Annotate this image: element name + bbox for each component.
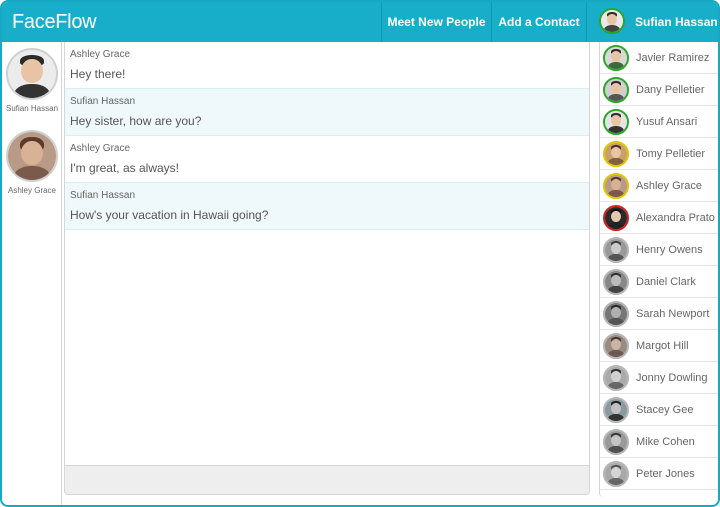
contact-avatar <box>603 301 629 327</box>
participants-column: Sufian Hassan Ashley Grace <box>2 42 62 505</box>
contact-item[interactable]: Yusuf Ansari <box>600 106 718 138</box>
chat-message: Sufian Hassan Hey sister, how are you? <box>65 89 589 136</box>
contact-avatar <box>603 77 629 103</box>
contact-avatar <box>603 397 629 423</box>
contact-item[interactable]: Sarah Newport <box>600 298 718 330</box>
contact-item[interactable]: Daniel Clark <box>600 266 718 298</box>
contact-name: Stacey Gee <box>636 404 694 416</box>
meet-new-people-button[interactable]: Meet New People <box>381 2 491 42</box>
contact-item[interactable]: Ashley Grace <box>600 170 718 202</box>
message-sender: Sufian Hassan <box>70 96 136 107</box>
message-sender: Ashley Grace <box>70 49 131 60</box>
header-bar: FaceFlow Meet New People Add a Contact S… <box>2 2 718 42</box>
contact-avatar <box>603 205 629 231</box>
contact-name: Yusuf Ansari <box>636 116 698 128</box>
message-text: Hey sister, how are you? <box>70 114 202 128</box>
contact-name: Sarah Newport <box>636 308 710 320</box>
contact-avatar <box>603 333 629 359</box>
message-compose-input[interactable] <box>64 465 590 495</box>
participant-name: Ashley Grace <box>7 186 57 195</box>
chat-message: Ashley Grace Hey there! <box>65 42 589 89</box>
chat-message: Ashley Grace I'm great, as always! <box>65 136 589 183</box>
contact-item[interactable]: Henry Owens <box>600 234 718 266</box>
app-window: FaceFlow Meet New People Add a Contact S… <box>0 0 720 507</box>
contact-item[interactable]: Stacey Gee <box>600 394 718 426</box>
participant-avatar <box>6 130 58 182</box>
contact-avatar <box>603 461 629 487</box>
contact-name: Henry Owens <box>636 244 703 256</box>
contact-name: Mike Cohen <box>636 436 695 448</box>
chat-message-list[interactable]: Ashley Grace Hey there! Sufian Hassan He… <box>64 42 590 465</box>
contact-item[interactable]: Dany Pelletier <box>600 74 718 106</box>
current-user-avatar <box>599 8 625 34</box>
participant-avatar <box>6 48 58 100</box>
contact-name: Daniel Clark <box>636 276 696 288</box>
contact-avatar <box>603 141 629 167</box>
contact-item[interactable]: Jonny Dowling <box>600 362 718 394</box>
contact-item[interactable]: Alexandra Prato <box>600 202 718 234</box>
message-text: How's your vacation in Hawaii going? <box>70 208 269 222</box>
current-user-name: Sufian Hassan <box>635 15 718 29</box>
message-text: I'm great, as always! <box>70 161 179 175</box>
participant-sufian[interactable]: Sufian Hassan <box>2 48 62 113</box>
contact-name: Ashley Grace <box>636 180 703 192</box>
contact-name: Dany Pelletier <box>636 84 705 96</box>
contact-item[interactable]: Tomy Pelletier <box>600 138 718 170</box>
contact-name: Alexandra Prato <box>636 212 715 224</box>
contact-item[interactable]: Margot Hill <box>600 330 718 362</box>
contact-name: Peter Jones <box>636 468 695 480</box>
app-logo[interactable]: FaceFlow <box>12 11 97 34</box>
contact-avatar <box>603 269 629 295</box>
add-contact-button[interactable]: Add a Contact <box>491 2 586 42</box>
contact-item[interactable]: Mike Cohen <box>600 426 718 458</box>
contact-name: Tomy Pelletier <box>636 148 706 160</box>
contact-name: Margot Hill <box>636 340 689 352</box>
message-sender: Sufian Hassan <box>70 190 136 201</box>
contact-avatar <box>603 45 629 71</box>
contacts-list[interactable]: Javier Ramirez Dany Pelletier Yusuf Ansa… <box>599 42 718 497</box>
message-sender: Ashley Grace <box>70 143 131 154</box>
contact-avatar <box>603 109 629 135</box>
contact-item[interactable]: Peter Jones <box>600 458 718 490</box>
contact-name: Javier Ramirez <box>636 52 710 64</box>
contact-name: Jonny Dowling <box>636 372 708 384</box>
current-user-menu[interactable]: Sufian Hassan <box>586 2 718 42</box>
contact-avatar <box>603 429 629 455</box>
chat-message: Sufian Hassan How's your vacation in Haw… <box>65 183 589 230</box>
contact-item[interactable]: Javier Ramirez <box>600 42 718 74</box>
participant-name: Sufian Hassan <box>5 104 59 113</box>
contact-avatar <box>603 365 629 391</box>
contact-avatar <box>603 173 629 199</box>
participant-ashley[interactable]: Ashley Grace <box>2 130 62 195</box>
message-text: Hey there! <box>70 67 126 81</box>
contact-avatar <box>603 237 629 263</box>
